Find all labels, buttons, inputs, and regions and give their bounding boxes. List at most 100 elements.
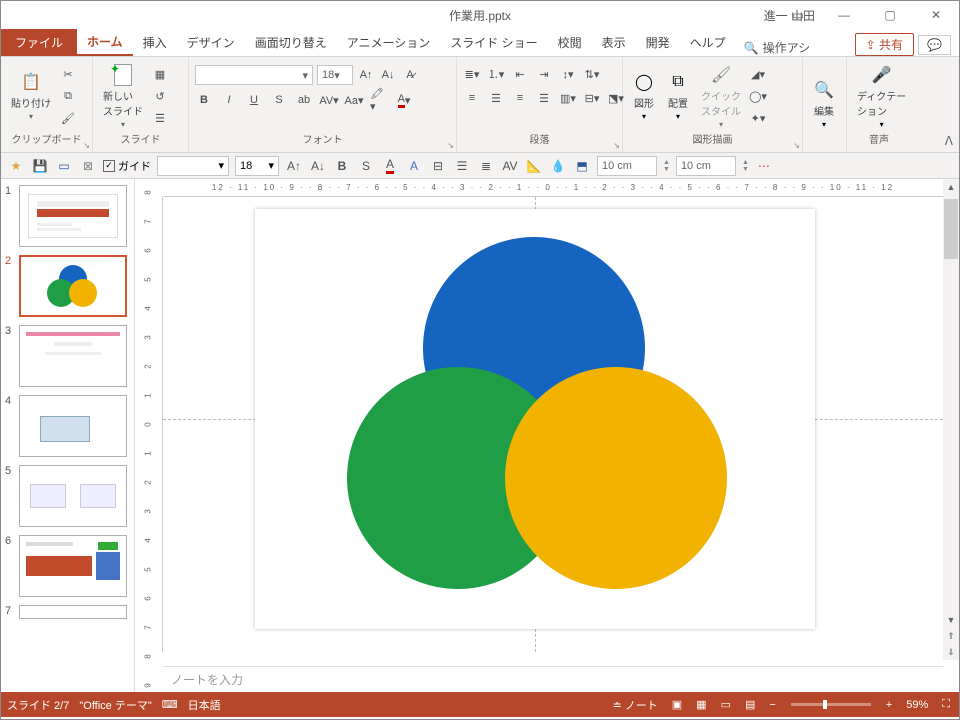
copy-icon[interactable]: ⧉ [59,87,77,105]
view-sorter-icon[interactable]: ▦ [693,698,709,711]
qat-fontsize-select[interactable]: 18▾ [235,156,279,176]
qat-strike-icon[interactable]: S [357,157,375,175]
thumb-6[interactable]: 6 [5,535,130,597]
font-color-icon[interactable]: A▾ [395,91,413,109]
dialog-launcher-icon[interactable]: ↘ [83,141,90,150]
qat-fontcolor-icon[interactable]: A [381,157,399,175]
tab-slideshow[interactable]: スライド ショー [440,28,547,56]
qat-shrink-font-icon[interactable]: A↓ [309,157,327,175]
qat-ruler-icon[interactable]: 📐 [525,157,543,175]
shadow-button[interactable]: ab [295,91,313,109]
section-icon[interactable]: ☰ [151,109,169,127]
scroll-up-icon[interactable]: ▲ [943,179,959,195]
zoom-in-button[interactable]: + [883,699,895,711]
shape-outline-icon[interactable]: ◯▾ [749,87,767,105]
increase-indent-icon[interactable]: ⇥ [535,65,553,83]
decrease-indent-icon[interactable]: ⇤ [511,65,529,83]
collapse-ribbon-icon[interactable]: ᐱ [945,134,953,148]
slide-thumbnail-panel[interactable]: 1 2 3 4 5 6 7 [1,179,135,692]
thumb-4[interactable]: 4 [5,395,130,457]
qat-spacing-icon[interactable]: AV [501,157,519,175]
shapes-button[interactable]: ◯ 図形▾ [629,69,659,123]
favorite-icon[interactable]: ★ [7,157,25,175]
dialog-launcher-icon[interactable]: ↘ [613,141,620,150]
notes-pane[interactable]: ノートを入力 [163,666,943,692]
layout-icon[interactable]: ▦ [151,65,169,83]
underline-button[interactable]: U [245,91,263,109]
font-size-select[interactable]: 18 ▾ [317,65,353,85]
qat-width-input[interactable]: 10 cm [597,156,657,176]
thumb-1[interactable]: 1 [5,185,130,247]
view-normal-icon[interactable]: ▣ [669,698,685,711]
align-center-icon[interactable]: ☰ [487,89,505,107]
dictation-button[interactable]: 🎤 ディクテー ション▾ [853,62,910,131]
align-left-icon[interactable]: ≡ [463,89,481,107]
share-button[interactable]: ⇪ 共有 [855,33,914,56]
slide-canvas-area[interactable]: 12 · 11 · 10 · 9 · · 8 · · 7 · · 6 · · 5… [135,179,959,692]
tab-help[interactable]: ヘルプ [680,28,736,56]
paste-button[interactable]: 📋 貼り付け ▾ [7,69,55,123]
bold-button[interactable]: B [195,91,213,109]
view-reading-icon[interactable]: ▭ [718,698,734,711]
line-spacing-icon[interactable]: ↕▾ [559,65,577,83]
spin-up-icon[interactable]: ▲ [663,159,670,166]
dialog-launcher-icon[interactable]: ↘ [793,141,800,150]
char-spacing-icon[interactable]: AV▾ [320,91,338,109]
font-family-select[interactable]: ▾ [195,65,313,85]
next-slide-icon[interactable]: ⇓ [943,644,959,660]
status-lang-icon[interactable]: ⌨ [162,698,178,711]
zoom-slider[interactable] [791,703,871,706]
spin-up-icon[interactable]: ▲ [742,159,749,166]
tab-insert[interactable]: 挿入 [133,28,177,56]
zoom-out-button[interactable]: − [766,699,778,711]
qat-send-back-icon[interactable]: ⬒ [573,157,591,175]
numbering-icon[interactable]: ⒈▾ [487,65,505,83]
columns-icon[interactable]: ▥▾ [559,89,577,107]
new-slide-button[interactable]: ✦ 新しい スライド ▾ [99,62,147,131]
thumb-5[interactable]: 5 [5,465,130,527]
view-slideshow-icon[interactable]: ▤ [742,698,758,711]
tab-view[interactable]: 表示 [592,28,636,56]
highlight-icon[interactable]: 🖍▾ [370,91,388,109]
zoom-level[interactable]: 59% [903,699,931,711]
save-icon[interactable]: 💾 [31,157,49,175]
maximize-button[interactable]: ▢ [867,1,913,29]
thumb-3[interactable]: 3 [5,325,130,387]
shape-fill-icon[interactable]: ◢▾ [749,65,767,83]
clear-format-icon[interactable]: A̷ [401,66,419,84]
spin-down-icon[interactable]: ▼ [742,166,749,173]
close-button[interactable]: ✕ [913,1,959,29]
shape-effects-icon[interactable]: ✦▾ [749,109,767,127]
tab-file[interactable]: ファイル [1,28,77,56]
notes-toggle[interactable]: ≐ ノート [609,697,660,713]
bullets-icon[interactable]: ≣▾ [463,65,481,83]
tab-home[interactable]: ホーム [77,28,133,56]
guide-toggle[interactable]: ✓ ガイド [103,158,151,174]
ribbon-display-options-icon[interactable]: ▭ [775,1,821,29]
strike-button[interactable]: S [270,91,288,109]
tab-review[interactable]: 校閲 [548,28,592,56]
fit-to-window-icon[interactable]: ⛶ [939,698,953,711]
comments-button[interactable]: 💬 [918,35,951,55]
prev-slide-icon[interactable]: ⇑ [943,628,959,644]
thumb-7[interactable]: 7 [5,605,130,619]
qat-more-icon[interactable]: ⋯ [755,157,773,175]
align-text-icon[interactable]: ⊟▾ [583,89,601,107]
tab-design[interactable]: デザイン [177,28,245,56]
vertical-scrollbar[interactable]: ▲ ▼ ⇑ ⇓ [943,179,959,660]
decrease-font-icon[interactable]: A↓ [379,66,397,84]
qat-center-icon[interactable]: ☰ [453,157,471,175]
tab-animations[interactable]: アニメーション [337,28,441,56]
arrange-button[interactable]: ⧉ 配置▾ [663,69,693,123]
qat-grow-font-icon[interactable]: A↑ [285,157,303,175]
qat-bullets-icon[interactable]: ≣ [477,157,495,175]
editing-button[interactable]: 🔍 編集▾ [809,77,839,131]
tab-developer[interactable]: 開発 [636,28,680,56]
status-theme[interactable]: "Office テーマ" [79,697,151,713]
reset-icon[interactable]: ↺ [151,87,169,105]
qat-eyedropper-icon[interactable]: 💧 [549,157,567,175]
change-case-icon[interactable]: Aa▾ [345,91,363,109]
scroll-thumb[interactable] [944,199,958,259]
cancel-icon[interactable]: ⊠ [79,157,97,175]
justify-icon[interactable]: ☰ [535,89,553,107]
